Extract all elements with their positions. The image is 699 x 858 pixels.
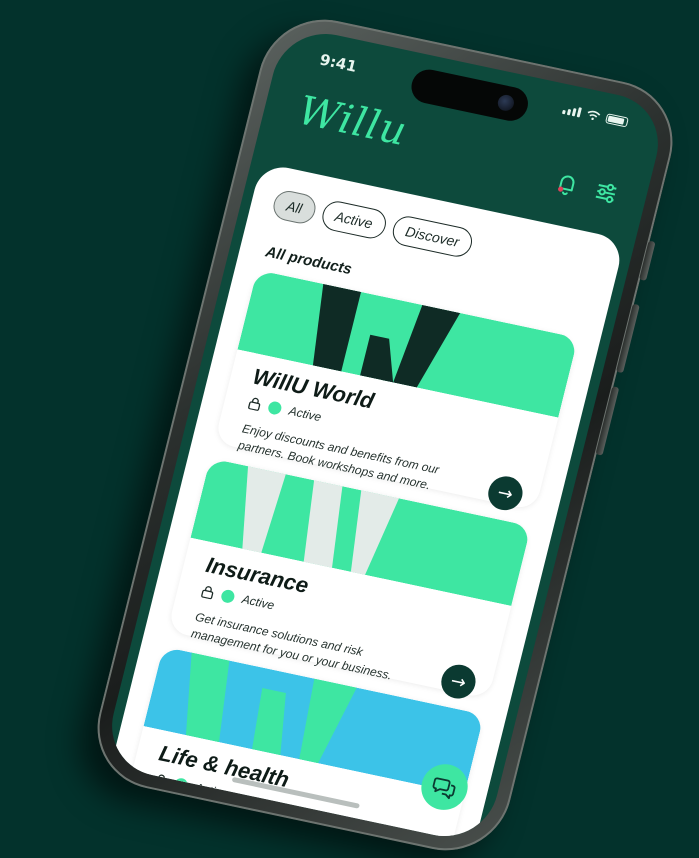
status-time: 9:41 [317,50,359,76]
dynamic-island [407,66,532,124]
lock-icon [201,585,214,599]
chip-discover[interactable]: Discover [389,213,476,260]
arrow-right-button[interactable]: → [437,661,480,702]
phone-mockup: 9:41 Willu All Active Discover All produ… [83,7,687,858]
chip-all[interactable]: All [270,188,319,227]
status-dot [267,399,283,416]
filter-sliders-icon[interactable] [589,176,623,209]
header-actions [550,168,623,209]
phone-screen: 9:41 Willu All Active Discover All produ… [101,24,669,846]
section-title: All products [263,243,354,279]
status-label: Active [287,403,323,425]
filter-chips: All Active Discover [270,188,476,260]
status-label: Active [240,592,276,613]
status-dot [220,588,236,604]
signal-icon [561,104,582,118]
camera-icon [496,93,516,113]
status-icons [561,104,629,128]
chip-active[interactable]: Active [318,198,389,242]
arrow-right-icon: → [495,481,516,506]
app-logo: Willu [293,87,412,156]
stage: 9:41 Willu All Active Discover All produ… [0,0,699,858]
bell-icon[interactable] [550,168,584,201]
battery-icon [604,113,629,128]
arrow-right-icon: → [448,669,469,694]
lock-icon [248,397,261,411]
wifi-icon [587,110,601,121]
chat-bubbles-icon [432,777,456,800]
content-sheet: All Active Discover All products WillU W… [110,162,626,846]
arrow-right-button[interactable]: → [484,473,527,514]
